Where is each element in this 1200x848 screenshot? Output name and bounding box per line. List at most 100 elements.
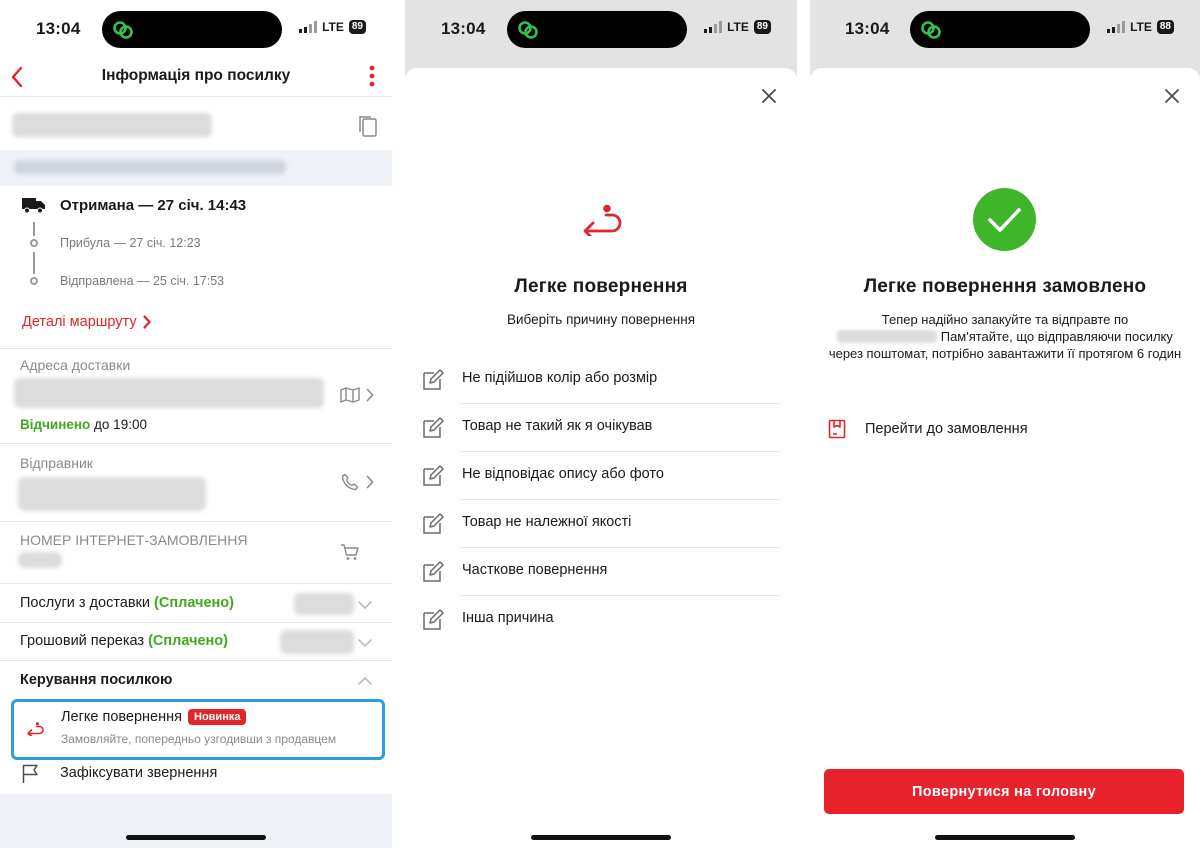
divider: [0, 622, 392, 623]
close-icon[interactable]: [761, 88, 777, 104]
page-title: Інформація про посилку: [101, 67, 291, 84]
reason-label: Товар не такий як я очікував: [462, 418, 653, 434]
battery-icon: 89: [348, 20, 366, 34]
network-label: LTE: [322, 20, 344, 34]
sheet-title: Легке повернення: [514, 276, 688, 297]
report-issue-item[interactable]: Зафіксувати звернення: [60, 765, 217, 781]
home-indicator: [935, 835, 1075, 840]
easy-return-item[interactable]: Легке повернення Новинка Замовляйте, попе…: [11, 699, 385, 760]
chevron-down-icon[interactable]: [358, 639, 372, 647]
status-right: LTE 89: [704, 20, 771, 34]
delivery-address-label: Адреса доставки: [20, 357, 131, 373]
tracking-number-redacted: [12, 113, 212, 137]
reason-label: Не підійшов колір або розмір: [462, 370, 658, 386]
reason-label: Інша причина: [462, 610, 554, 626]
chevron-right-icon[interactable]: [366, 475, 374, 489]
timeline-line: [33, 222, 35, 236]
edit-icon: [423, 513, 444, 534]
status-time: 13:04: [845, 19, 890, 38]
delivery-services-row[interactable]: Послуги з доставки (Сплачено): [20, 595, 234, 611]
divider: [0, 348, 392, 349]
status-right: LTE 88: [1107, 20, 1174, 34]
close-icon[interactable]: [1164, 88, 1180, 104]
edit-icon: [423, 561, 444, 582]
easy-return-success-screen: 13:04 LTE 88 Легке повернення замовлено …: [810, 0, 1200, 848]
timeline-dot: [30, 277, 38, 285]
return-home-button[interactable]: Повернутися на головну: [824, 769, 1184, 814]
address-redacted: [837, 330, 938, 343]
easy-return-subtitle: Замовляйте, попередньо узгодивши з прода…: [61, 732, 337, 746]
status-time: 13:04: [441, 19, 486, 38]
manage-parcel-title: Керування посилкою: [20, 672, 173, 688]
description-part-1: Тепер надійно запакуйте та відправте по: [881, 312, 1129, 327]
return-arrow-icon: [583, 204, 622, 236]
flag-icon: [22, 764, 38, 783]
chevron-down-icon[interactable]: [358, 601, 372, 609]
delivery-services-label: Послуги з доставки: [20, 595, 151, 611]
easy-return-reason-screen: 13:04 LTE 89 Легке повернення Виберіть п…: [405, 0, 797, 848]
sheet-subtitle: Виберіть причину повернення: [506, 312, 696, 327]
app-logo-icon: [921, 21, 941, 39]
more-vertical-icon[interactable]: [368, 64, 376, 88]
timeline-dot: [30, 239, 38, 247]
panel-gap: [392, 0, 405, 848]
status-bar: 13:04 LTE 89: [0, 0, 392, 60]
reason-label: Не відповідає опису або фото: [462, 466, 664, 482]
reason-label: Товар не належної якості: [462, 514, 632, 530]
success-check-icon: [973, 188, 1036, 251]
open-hours: Відчинено до 19:00: [20, 417, 147, 432]
order-number-label: НОМЕР ІНТЕРНЕТ-ЗАМОВЛЕННЯ: [20, 532, 248, 548]
reason-option[interactable]: Інша причина: [421, 596, 781, 644]
paid-status: (Сплачено): [154, 595, 234, 611]
reason-option[interactable]: Не підійшов колір або розмір: [421, 356, 781, 404]
truck-icon: [22, 198, 45, 214]
network-label: LTE: [727, 20, 749, 34]
sheet-title: Легке повернення замовлено: [863, 276, 1147, 297]
edit-icon: [423, 465, 444, 486]
open-status: Відчинено: [20, 417, 91, 432]
dynamic-island: [102, 11, 282, 48]
reason-option[interactable]: Часткове повернення: [421, 548, 781, 596]
go-to-order-link[interactable]: Перейти до замовлення: [828, 419, 1028, 439]
cart-icon[interactable]: [340, 543, 360, 561]
phone-icon[interactable]: [341, 473, 359, 491]
money-transfer-label: Грошовий переказ: [20, 633, 145, 649]
signal-icon: [299, 21, 318, 33]
reason-label: Часткове повернення: [462, 562, 608, 578]
sender-label: Відправник: [20, 455, 93, 471]
app-logo-icon: [113, 21, 133, 39]
parcel-info-screen: 13:04 LTE 89 Інформація про посилку Отри…: [0, 0, 392, 848]
reason-option[interactable]: Товар не належної якості: [421, 500, 781, 548]
chevron-right-icon[interactable]: [366, 388, 374, 402]
status-arrived: Прибула — 27 січ. 12:23: [60, 236, 201, 250]
bottom-sheet: Легке повернення замовлено Тепер надійно…: [810, 68, 1200, 848]
panel-gap: [797, 0, 810, 848]
battery-icon: 89: [753, 20, 771, 34]
address-redacted: [14, 378, 324, 408]
copy-icon[interactable]: [356, 114, 380, 138]
redacted-text: [14, 160, 286, 174]
status-sent: Відправлена — 25 січ. 17:53: [60, 274, 225, 288]
open-until: до 19:00: [94, 417, 147, 432]
amount-redacted: [280, 630, 354, 654]
home-indicator: [126, 835, 266, 840]
sender-redacted: [18, 477, 206, 511]
edit-icon: [423, 417, 444, 438]
status-bar: 13:04 LTE 88: [810, 0, 1200, 60]
status-time: 13:04: [36, 19, 81, 38]
signal-icon: [704, 21, 723, 33]
reason-option[interactable]: Товар не такий як я очікував: [421, 404, 781, 452]
edit-icon: [423, 609, 444, 630]
chevron-up-icon[interactable]: [358, 677, 372, 685]
signal-icon: [1107, 21, 1126, 33]
route-details-label: Деталі маршруту: [22, 314, 137, 330]
map-icon[interactable]: [340, 386, 360, 404]
parcel-box-icon: [828, 419, 846, 439]
app-logo-icon: [518, 21, 538, 39]
status-right: LTE 89: [299, 20, 366, 34]
status-bar: 13:04 LTE 89: [405, 0, 797, 60]
route-details-link[interactable]: Деталі маршруту: [22, 314, 151, 330]
nav-header: Інформація про посилку: [0, 60, 392, 97]
reason-option[interactable]: Не відповідає опису або фото: [421, 452, 781, 500]
money-transfer-row[interactable]: Грошовий переказ (Сплачено): [20, 633, 228, 649]
